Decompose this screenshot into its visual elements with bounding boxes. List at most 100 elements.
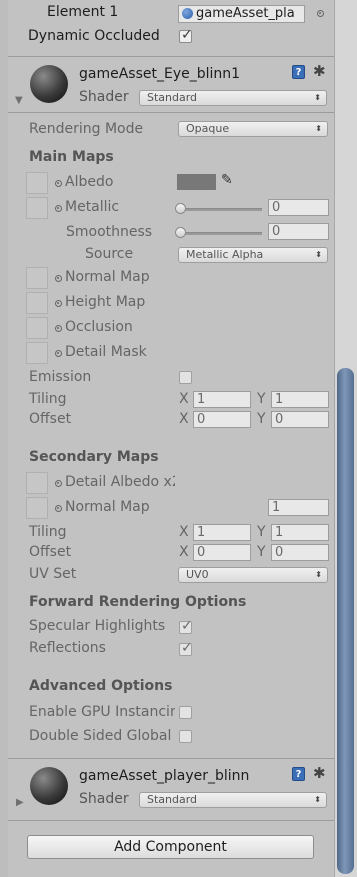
foldout-arrow-down-icon[interactable]: ▼ [15,95,23,106]
divider [8,758,334,759]
tiling-y-field[interactable]: 1 [271,391,329,408]
albedo-label: Albedo [65,174,114,190]
uv-set-label: UV Set [29,566,77,582]
gpu-instancing-checkbox[interactable] [179,706,192,719]
secondary-normal-scale-field[interactable]: 1 [268,499,329,516]
material2-shader-label: Shader [79,791,129,807]
offset-y-field[interactable]: 0 [271,411,329,428]
checkmark-icon: ✓ [181,618,193,634]
element-object-field[interactable]: gameAsset_pla [178,5,305,23]
divider [8,820,334,821]
dynamic-occluded-checkbox[interactable]: ✓ [179,27,193,43]
secondary-normal-map-label: Normal Map [65,499,150,515]
height-map-label: Height Map [65,294,146,310]
secondary-normal-map-texture-slot[interactable] [26,497,48,519]
chevron-updown-icon: ⬍ [315,250,322,259]
source-dropdown[interactable]: Metallic Alpha ⬍ [178,247,328,263]
reflections-label: Reflections [29,640,106,656]
dynamic-occluded-label: Dynamic Occluded [28,28,160,44]
occlusion-texture-slot[interactable] [26,317,48,339]
specular-highlights-checkbox[interactable]: ✓ [179,618,193,634]
divider [8,112,334,113]
texture-picker-icon[interactable] [55,300,62,307]
texture-picker-icon[interactable] [55,505,62,512]
divider [8,56,334,57]
help-icon[interactable]: ? [292,767,305,781]
chevron-updown-icon: ⬍ [315,570,322,579]
eyedropper-icon[interactable]: ✎ [221,172,233,188]
detail-albedo-texture-slot[interactable] [26,472,48,494]
detail-mask-texture-slot[interactable] [26,342,48,364]
advanced-options-header: Advanced Options [29,678,173,694]
foldout-arrow-right-icon[interactable]: ▶ [16,797,24,808]
scrollbar-thumb[interactable] [337,368,354,874]
secondary-maps-header: Secondary Maps [29,449,159,465]
object-picker-icon[interactable] [317,10,324,17]
height-map-texture-slot[interactable] [26,292,48,314]
detail-albedo-label: Detail Albedo x2 [65,474,175,490]
texture-picker-icon[interactable] [55,180,62,187]
texture-picker-icon[interactable] [55,350,62,357]
tiling-x-label: X [179,391,189,407]
material1-name: gameAsset_Eye_blinn1 [79,66,241,82]
smoothness-slider-track[interactable] [180,232,262,235]
gpu-instancing-label: Enable GPU Instancing [29,704,175,720]
texture-picker-icon[interactable] [55,325,62,332]
tiling-label: Tiling [29,391,67,407]
element-object-value: gameAsset_pla [196,6,295,21]
material2-preview-sphere [30,767,68,805]
tiling2-y-label: Y [257,524,266,540]
tiling-y-label: Y [257,391,266,407]
reflections-checkbox[interactable]: ✓ [179,640,193,656]
shader-value: Standard [147,91,198,104]
gear-icon[interactable]: ✱ [313,62,326,80]
add-component-button[interactable]: Add Component [27,835,314,859]
texture-picker-icon[interactable] [55,205,62,212]
offset2-y-field[interactable]: 0 [271,544,329,561]
offset-y-label: Y [257,411,266,427]
material-preview-sphere [30,65,68,103]
occlusion-label: Occlusion [65,319,133,335]
texture-picker-icon[interactable] [55,480,62,487]
smoothness-slider-knob[interactable] [175,227,186,238]
uv-set-dropdown[interactable]: UV0 ⬍ [178,567,328,583]
rendering-mode-value: Opaque [186,122,230,135]
tiling2-x-field[interactable]: 1 [193,524,251,541]
offset-label: Offset [29,411,72,427]
smoothness-label: Smoothness [66,224,153,240]
offset2-x-label: X [179,544,189,560]
gear-icon[interactable]: ✱ [313,764,326,782]
normal-map-texture-slot[interactable] [26,267,48,289]
material1-shader-label: Shader [79,89,129,105]
offset2-y-label: Y [257,544,266,560]
double-sided-gi-checkbox[interactable] [179,730,192,743]
metallic-texture-slot[interactable] [26,197,48,219]
albedo-color-swatch[interactable] [177,174,216,190]
help-icon[interactable]: ? [292,65,305,79]
checkmark-icon: ✓ [181,27,193,43]
material2-name: gameAsset_player_blinn [79,768,250,784]
metallic-label: Metallic [65,199,120,215]
offset2-x-field[interactable]: 0 [193,544,251,561]
detail-mask-label: Detail Mask [65,344,147,360]
metallic-value-field[interactable]: 0 [268,199,329,216]
main-maps-header: Main Maps [29,149,114,165]
chevron-updown-icon: ⬍ [315,124,322,133]
material2-shader-dropdown[interactable]: Standard ⬍ [139,792,327,808]
texture-picker-icon[interactable] [55,275,62,282]
normal-map-label: Normal Map [65,269,150,285]
double-sided-gi-label: Double Sided Global Illumination [29,728,175,744]
uv-set-value: UV0 [186,568,209,581]
emission-checkbox[interactable] [179,371,192,384]
albedo-texture-slot[interactable] [26,172,48,194]
rendering-mode-dropdown[interactable]: Opaque ⬍ [178,121,328,137]
tiling2-y-field[interactable]: 1 [271,524,329,541]
material1-shader-dropdown[interactable]: Standard ⬍ [139,90,327,106]
tiling-x-field[interactable]: 1 [193,391,251,408]
specular-highlights-label: Specular Highlights [29,618,166,634]
tiling2-label: Tiling [29,524,67,540]
metallic-slider-track[interactable] [180,208,262,211]
offset-x-field[interactable]: 0 [193,411,251,428]
smoothness-value-field[interactable]: 0 [268,223,329,240]
metallic-slider-knob[interactable] [175,203,186,214]
